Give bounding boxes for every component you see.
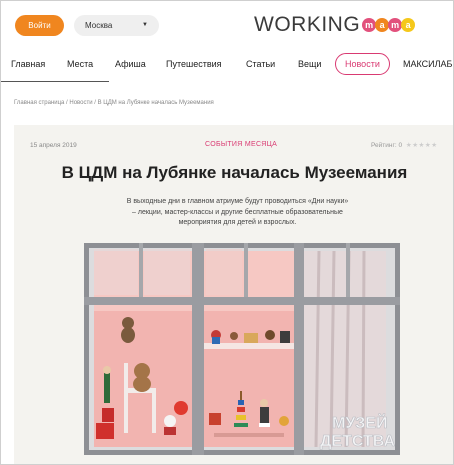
divider [1, 81, 109, 82]
city-select-value: Москва [85, 21, 113, 30]
nav-item-afisha[interactable]: Афиша [115, 52, 146, 77]
browser-frame: Войти Москва ▼ WORKING m a m a Главная М… [0, 0, 454, 465]
nav-item-news[interactable]: Новости [335, 53, 390, 75]
photo-sign-line2: ДЕТСТВА [320, 433, 396, 450]
site-logo[interactable]: WORKING m a m a [254, 10, 416, 40]
nav-item-home[interactable]: Главная [11, 52, 45, 77]
article-lead: В выходные дни в главном атриуме будут п… [126, 198, 349, 226]
article-rating: Рейтинг: 0 ★★★★★ [371, 141, 438, 149]
article-category[interactable]: СОБЫТИЯ МЕСЯЦА [205, 141, 277, 148]
article-card: 15 апреля 2019 СОБЫТИЯ МЕСЯЦА Рейтинг: 0… [14, 125, 453, 464]
nav-item-travel[interactable]: Путешествия [166, 52, 222, 77]
rating-stars-icon[interactable]: ★★★★★ [406, 142, 438, 149]
article-date: 15 апреля 2019 [30, 142, 77, 149]
nav-item-places[interactable]: Места [67, 52, 93, 77]
logo-letter: m [388, 18, 403, 32]
login-button[interactable]: Войти [15, 15, 64, 36]
breadcrumb[interactable]: Главная страница / Новости / В ЦДМ на Лу… [14, 100, 214, 106]
photo-sign-line1: МУЗЕЙ [332, 413, 387, 432]
article-photo: МУЗЕЙ ДЕТСТВА [84, 243, 400, 455]
chevron-down-icon: ▼ [142, 22, 148, 28]
logo-letter: a [401, 18, 416, 32]
logo-letter: m [362, 18, 377, 32]
nav-item-things[interactable]: Вещи [298, 52, 321, 77]
rating-label: Рейтинг: 0 [371, 142, 403, 149]
nav-item-articles[interactable]: Статьи [246, 52, 275, 77]
main-nav: Главная Места Афиша Путешествия Статьи В… [1, 52, 453, 77]
nav-item-maksilab[interactable]: МАКСИЛАБ [403, 52, 452, 77]
logo-mama-icon: m a m a [362, 18, 416, 32]
logo-letter: a [375, 18, 390, 32]
site-header: Войти Москва ▼ WORKING m a m a [1, 1, 453, 47]
article-title: В ЦДМ на Лубянке началась Музеемания [61, 163, 408, 182]
city-select[interactable]: Москва ▼ [74, 15, 159, 36]
logo-text: WORKING [254, 13, 361, 36]
